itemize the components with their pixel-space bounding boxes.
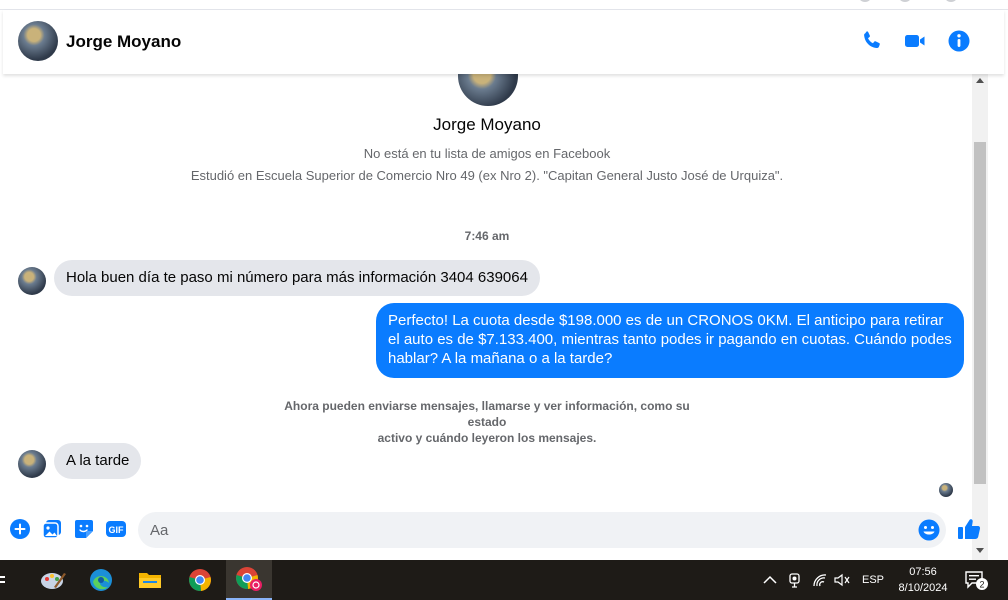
network-icon[interactable] xyxy=(812,560,828,600)
message-composer: GIF xyxy=(0,508,981,552)
conversation-area: Jorge Moyano No está en tu lista de amig… xyxy=(3,74,971,504)
file-explorer-icon[interactable] xyxy=(127,560,173,600)
chrome-icon[interactable] xyxy=(177,560,223,600)
profile-name: Jorge Moyano xyxy=(433,115,541,134)
paint-app-icon[interactable] xyxy=(30,560,76,600)
windows-taskbar: ESP 07:56 8/10/2024 2 xyxy=(0,560,1008,600)
profile-avatar[interactable] xyxy=(458,74,518,106)
window-control-3[interactable] xyxy=(944,0,958,2)
sender-avatar[interactable] xyxy=(18,267,46,295)
info-icon[interactable] xyxy=(947,29,971,53)
message-input[interactable] xyxy=(138,512,946,548)
task-view-icon[interactable] xyxy=(0,560,12,600)
chrome-profile-icon[interactable] xyxy=(226,560,272,600)
connection-notice: Ahora pueden enviarse mensajes, llamarse… xyxy=(271,398,703,446)
notice-line-1: Ahora pueden enviarse mensajes, llamarse… xyxy=(284,399,690,429)
seen-indicator-avatar xyxy=(939,483,953,497)
clock-time: 07:56 xyxy=(909,566,937,578)
clock-date: 8/10/2024 xyxy=(898,582,948,594)
system-clock[interactable]: 07:56 8/10/2024 xyxy=(892,564,954,596)
window-control-1[interactable] xyxy=(858,0,872,2)
gif-icon[interactable]: GIF xyxy=(105,518,127,540)
scroll-up-arrow-icon[interactable] xyxy=(976,78,984,83)
notice-line-2: activo y cuándo leyeron los mensajes. xyxy=(377,431,597,445)
window-control-2[interactable] xyxy=(898,0,912,2)
svg-text:GIF: GIF xyxy=(109,525,125,535)
contact-avatar[interactable] xyxy=(18,21,58,61)
education-info: Estudió en Escuela Superior de Comercio … xyxy=(190,168,784,183)
message-bubble-outgoing[interactable]: Perfecto! La cuota desde $198.000 es de … xyxy=(376,303,964,378)
plus-icon[interactable] xyxy=(9,518,31,540)
chat-scrollbar[interactable] xyxy=(972,74,988,560)
emoji-icon[interactable] xyxy=(917,518,941,542)
sticker-icon[interactable] xyxy=(73,518,95,540)
show-hidden-icons-icon[interactable] xyxy=(763,560,777,600)
contact-name[interactable]: Jorge Moyano xyxy=(66,32,181,52)
browser-top-strip xyxy=(0,0,1008,10)
notification-center-icon[interactable]: 2 xyxy=(964,560,990,600)
scroll-down-arrow-icon[interactable] xyxy=(976,548,984,553)
message-timestamp: 7:46 am xyxy=(464,229,510,243)
video-camera-icon[interactable] xyxy=(903,29,927,53)
message-bubble-incoming[interactable]: Hola buen día te paso mi número para más… xyxy=(54,260,540,296)
like-icon[interactable] xyxy=(956,516,982,542)
svg-text:2: 2 xyxy=(979,580,984,590)
language-indicator[interactable]: ESP xyxy=(862,560,884,600)
sender-avatar[interactable] xyxy=(18,450,46,478)
volume-muted-icon[interactable] xyxy=(834,560,850,600)
message-bubble-incoming[interactable]: A la tarde xyxy=(54,443,142,479)
window-controls xyxy=(848,0,998,4)
phone-icon[interactable] xyxy=(860,29,884,53)
meet-now-icon[interactable] xyxy=(788,560,802,600)
image-icon[interactable] xyxy=(41,518,63,540)
edge-icon[interactable] xyxy=(78,560,124,600)
chat-header: Jorge Moyano xyxy=(3,10,1004,74)
friend-status: No está en tu lista de amigos en Faceboo… xyxy=(363,146,611,161)
scrollbar-thumb[interactable] xyxy=(974,142,986,484)
